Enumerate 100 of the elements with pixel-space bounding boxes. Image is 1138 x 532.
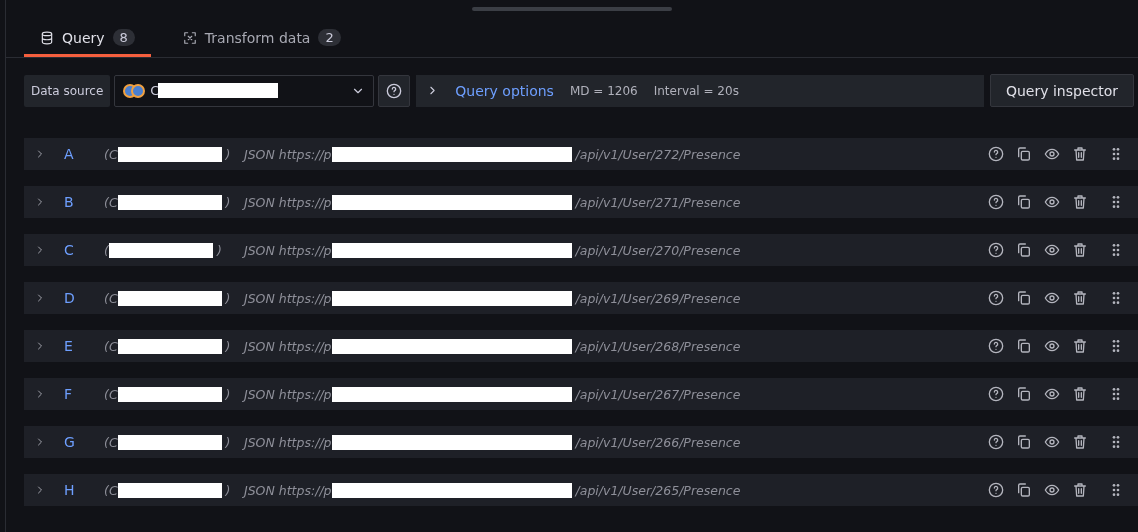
datasource-name: (C — [104, 194, 118, 210]
help-button[interactable] — [988, 482, 1004, 498]
eye-icon — [1044, 146, 1060, 162]
query-url: JSON https://p — [244, 194, 332, 210]
query-url: JSON https://p — [244, 242, 332, 258]
query-name[interactable]: A — [46, 146, 104, 162]
datasource-name: ) — [225, 146, 231, 162]
query-url: JSON https://p — [244, 146, 332, 162]
query-url: JSON https://p — [244, 386, 332, 402]
trash-icon — [1072, 338, 1088, 354]
duplicate-button[interactable] — [1016, 482, 1032, 498]
toggle-visibility-button[interactable] — [1044, 482, 1060, 498]
datasource-name: ) — [225, 338, 231, 354]
toggle-visibility-button[interactable] — [1044, 194, 1060, 210]
datasource-logo-icon — [123, 83, 146, 98]
query-inspector-button[interactable]: Query inspector — [989, 74, 1134, 107]
help-button[interactable] — [988, 146, 1004, 162]
eye-icon — [1044, 386, 1060, 402]
delete-button[interactable] — [1072, 290, 1088, 306]
help-button[interactable] — [988, 242, 1004, 258]
query-url: JSON https://p — [244, 290, 332, 306]
duplicate-button[interactable] — [1016, 146, 1032, 162]
toggle-visibility-button[interactable] — [1044, 146, 1060, 162]
trash-icon — [1072, 434, 1088, 450]
toggle-visibility-button[interactable] — [1044, 290, 1060, 306]
transform-icon — [182, 30, 197, 45]
resize-handle[interactable] — [472, 7, 672, 11]
datasource-name: (C — [104, 338, 118, 354]
help-icon — [988, 242, 1004, 258]
query-name[interactable]: B — [46, 194, 104, 210]
copy-icon — [1016, 290, 1032, 306]
tab[interactable]: Transform data 2 — [166, 25, 357, 57]
query-url: /api/v1/User/271/Presence — [575, 194, 741, 210]
query-options-link[interactable]: Query options — [455, 82, 554, 99]
help-icon — [988, 434, 1004, 450]
toggle-visibility-button[interactable] — [1044, 434, 1060, 450]
copy-icon — [1016, 194, 1032, 210]
tab[interactable]: Query 8 — [24, 25, 151, 57]
duplicate-button[interactable] — [1016, 338, 1032, 354]
duplicate-button[interactable] — [1016, 290, 1032, 306]
datasource-name: (C — [104, 482, 118, 498]
help-icon — [988, 482, 1004, 498]
help-button[interactable] — [988, 194, 1004, 210]
delete-button[interactable] — [1072, 386, 1088, 402]
query-url: /api/v1/User/268/Presence — [575, 338, 741, 354]
help-icon — [988, 290, 1004, 306]
query-name[interactable]: G — [46, 434, 104, 450]
data-source-label: Data source — [24, 74, 111, 107]
duplicate-button[interactable] — [1016, 434, 1032, 450]
help-button[interactable] — [988, 338, 1004, 354]
eye-icon — [1044, 194, 1060, 210]
help-icon — [988, 194, 1004, 210]
datasource-name: (C — [104, 386, 118, 402]
count-badge: 2 — [318, 29, 341, 46]
data-source-select[interactable]: C — [114, 74, 375, 107]
toggle-visibility-button[interactable] — [1044, 242, 1060, 258]
copy-icon — [1016, 242, 1032, 258]
delete-button[interactable] — [1072, 242, 1088, 258]
datasource-name: ( — [104, 242, 109, 258]
delete-button[interactable] — [1072, 146, 1088, 162]
query-url: /api/v1/User/272/Presence — [575, 146, 741, 162]
toggle-visibility-button[interactable] — [1044, 386, 1060, 402]
delete-button[interactable] — [1072, 482, 1088, 498]
help-button[interactable] — [988, 290, 1004, 306]
duplicate-button[interactable] — [1016, 242, 1032, 258]
trash-icon — [1072, 482, 1088, 498]
data-source-name: C — [150, 83, 160, 98]
trash-icon — [1072, 290, 1088, 306]
eye-icon — [1044, 482, 1060, 498]
query-name[interactable]: E — [46, 338, 104, 354]
copy-icon — [1016, 434, 1032, 450]
duplicate-button[interactable] — [1016, 194, 1032, 210]
query-name[interactable]: H — [46, 482, 104, 498]
help-icon — [988, 338, 1004, 354]
trash-icon — [1072, 386, 1088, 402]
delete-button[interactable] — [1072, 434, 1088, 450]
help-button[interactable] — [378, 74, 411, 107]
delete-button[interactable] — [1072, 338, 1088, 354]
datasource-name: (C — [104, 290, 118, 306]
datasource-name: (C — [104, 434, 118, 450]
datasource-name: ) — [225, 386, 231, 402]
toggle-visibility-button[interactable] — [1044, 338, 1060, 354]
query-name[interactable]: F — [46, 386, 104, 402]
datasource-name: ) — [216, 242, 222, 258]
eye-icon — [1044, 338, 1060, 354]
help-button[interactable] — [988, 434, 1004, 450]
datasource-name: ) — [225, 290, 231, 306]
delete-button[interactable] — [1072, 194, 1088, 210]
query-name[interactable]: D — [46, 290, 104, 306]
help-icon — [988, 386, 1004, 402]
query-url: /api/v1/User/266/Presence — [575, 434, 741, 450]
copy-icon — [1016, 338, 1032, 354]
query-name[interactable]: C — [46, 242, 104, 258]
copy-icon — [1016, 146, 1032, 162]
help-button[interactable] — [988, 386, 1004, 402]
query-url: /api/v1/User/267/Presence — [575, 386, 741, 402]
query-url: /api/v1/User/265/Presence — [575, 482, 741, 498]
duplicate-button[interactable] — [1016, 386, 1032, 402]
interval-text: Interval = 20s — [653, 83, 739, 98]
query-url: JSON https://p — [244, 434, 332, 450]
